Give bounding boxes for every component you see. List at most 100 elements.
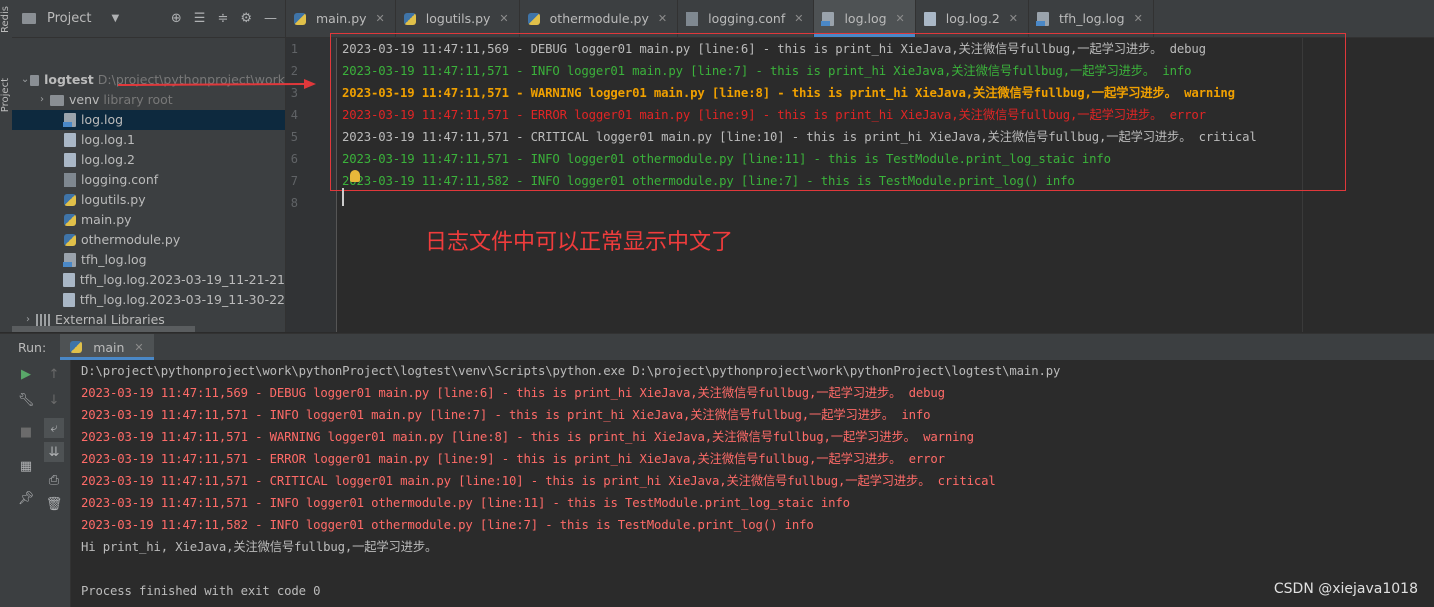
log-file-icon xyxy=(1036,11,1049,26)
close-icon[interactable]: ✕ xyxy=(658,12,667,25)
tree-item-label: log.log xyxy=(81,112,124,127)
python-file-icon xyxy=(294,12,306,25)
tree-item-label: othermodule.py xyxy=(81,232,181,247)
config-file-icon xyxy=(64,173,76,187)
project-panel-title[interactable]: Project xyxy=(47,11,91,26)
stop-icon[interactable]: ■ xyxy=(16,422,36,442)
tree-item-label: venv xyxy=(69,92,100,107)
run-tool-header: Run: main ✕ xyxy=(0,333,1434,361)
log-file-icon xyxy=(821,11,835,26)
editor-tab-label: logging.conf xyxy=(708,11,786,26)
soft-wrap-icon[interactable]: ⤶ xyxy=(44,418,64,438)
close-icon[interactable]: ✕ xyxy=(1134,12,1143,25)
console-line: 2023-03-19 11:47:11,571 - INFO logger01 … xyxy=(81,408,931,422)
file-icon xyxy=(63,293,75,307)
chevron-down-icon[interactable]: ▼ xyxy=(111,13,119,24)
tree-item[interactable]: main.py xyxy=(12,210,285,230)
editor-tab[interactable]: log.log.2 ✕ xyxy=(916,0,1029,37)
tree-item[interactable]: othermodule.py xyxy=(12,230,285,250)
editor-tab-label: main.py xyxy=(316,11,367,26)
annotation-text: 日志文件中可以正常显示中文了 xyxy=(425,230,734,255)
expand-all-icon[interactable]: ☰ xyxy=(194,11,206,26)
watermark: CSDN @xiejava1018 xyxy=(1273,581,1418,597)
tree-item[interactable]: log.log xyxy=(12,110,285,130)
file-icon xyxy=(64,133,76,147)
editor-tab-label: log.log.2 xyxy=(945,11,1000,26)
console-line: Process finished with exit code 0 xyxy=(81,584,321,598)
pin-icon[interactable]: 📌︎ xyxy=(16,488,36,508)
tree-item-label: tfh_log.log.2023-03-19_11-30-22 xyxy=(79,292,285,307)
console-line: 2023-03-19 11:47:11,571 - WARNING logger… xyxy=(81,430,974,444)
editor-tab-label: tfh_log.log xyxy=(1059,11,1125,26)
close-icon[interactable]: ✕ xyxy=(896,12,905,25)
chevron-down-icon[interactable]: ⌄ xyxy=(20,70,30,90)
project-panel: Project ▼ ⊕ ☰ ≑ ⚙ — ⌄ logtest D:\project\p… xyxy=(12,0,286,347)
tree-item-label: main.py xyxy=(81,212,132,227)
run-console[interactable]: D:\project\pythonproject\work\pythonProj… xyxy=(71,360,1434,607)
tree-item-label: log.log.1 xyxy=(81,132,136,147)
editor-tab[interactable]: othermodule.py ✕ xyxy=(520,0,679,37)
line-number: 4 xyxy=(290,108,298,122)
collapse-all-icon[interactable]: ≑ xyxy=(217,11,228,26)
layout-icon[interactable]: ▦ xyxy=(16,456,36,476)
down-arrow-icon[interactable]: ↓ xyxy=(44,390,64,410)
rerun-icon[interactable]: ▶ xyxy=(16,364,36,384)
tree-item-label: logutils.py xyxy=(81,192,146,207)
editor-tab[interactable]: tfh_log.log ✕ xyxy=(1029,0,1154,37)
tree-item[interactable]: logging.conf xyxy=(12,170,285,190)
console-line: 2023-03-19 11:47:11,571 - INFO logger01 … xyxy=(81,496,850,510)
tree-item-label: tfh_log.log.2023-03-19_11-21-21 xyxy=(79,272,285,287)
folder-icon xyxy=(30,74,40,86)
run-tab-main[interactable]: main ✕ xyxy=(60,334,155,360)
project-tree-scrollbar[interactable] xyxy=(12,326,195,332)
config-file-icon xyxy=(686,11,699,26)
tree-item[interactable]: log.log.1 xyxy=(12,130,285,150)
tree-item[interactable]: › venv library root xyxy=(12,90,285,110)
log-file-icon xyxy=(63,113,76,127)
tree-item-hint: library root xyxy=(103,92,173,107)
tree-item[interactable]: tfh_log.log xyxy=(12,250,285,270)
project-panel-header: Project ▼ ⊕ ☰ ≑ ⚙ — xyxy=(12,0,285,38)
line-number: 5 xyxy=(290,130,298,144)
run-toolbar: ▶ ↑ 🔧︎ ↓ ■ ⤶ ▦ ⇊ 📌︎ ⎙ 🗑︎ xyxy=(0,360,71,607)
python-file-icon xyxy=(64,234,76,246)
console-line: 2023-03-19 11:47:11,582 - INFO logger01 … xyxy=(81,518,814,532)
run-tab-label: main xyxy=(93,339,125,355)
python-file-icon xyxy=(64,194,76,206)
tree-item[interactable]: log.log.2 xyxy=(12,150,285,170)
close-icon[interactable]: ✕ xyxy=(134,341,143,354)
scroll-to-end-icon[interactable]: ⇊ xyxy=(44,442,64,462)
tree-item[interactable]: tfh_log.log.2023-03-19_11-21-21 xyxy=(12,270,285,290)
close-icon[interactable]: ✕ xyxy=(376,12,385,25)
python-file-icon xyxy=(403,12,416,25)
console-line: 2023-03-19 11:47:11,571 - ERROR logger01… xyxy=(81,452,945,466)
project-tool-tab[interactable]: Project xyxy=(0,78,12,112)
python-file-icon xyxy=(64,214,76,226)
locate-icon[interactable]: ⊕ xyxy=(171,11,182,26)
close-icon[interactable]: ✕ xyxy=(499,12,508,25)
gear-icon[interactable]: ⚙ xyxy=(240,11,252,26)
hide-icon[interactable]: — xyxy=(264,11,277,26)
tree-item[interactable]: tfh_log.log.2023-03-19_11-30-22 xyxy=(12,290,285,310)
print-icon[interactable]: ⎙ xyxy=(44,470,64,490)
close-icon[interactable]: ✕ xyxy=(794,12,803,25)
editor-tab[interactable]: main.py ✕ xyxy=(286,0,396,37)
up-arrow-icon[interactable]: ↑ xyxy=(44,364,64,384)
lightbulb-icon[interactable] xyxy=(350,170,360,182)
console-line: 2023-03-19 11:47:11,571 - CRITICAL logge… xyxy=(81,474,996,488)
python-icon xyxy=(70,341,83,353)
editor-tab[interactable]: logutils.py ✕ xyxy=(396,0,520,37)
chevron-right-icon[interactable]: › xyxy=(34,90,50,110)
run-label: Run: xyxy=(18,339,47,355)
editor-tab-label: othermodule.py xyxy=(549,11,649,26)
tree-item[interactable]: logutils.py xyxy=(12,190,285,210)
editor-tab[interactable]: logging.conf ✕ xyxy=(678,0,815,37)
editor-tab[interactable]: log.log ✕ xyxy=(814,0,916,37)
redis-tool-tab[interactable]: Redis xyxy=(0,6,12,33)
trash-icon[interactable]: 🗑︎ xyxy=(44,494,64,514)
line-number: 1 xyxy=(290,42,298,56)
close-icon[interactable]: ✕ xyxy=(1009,12,1018,25)
python-file-icon xyxy=(527,12,540,25)
wrench-icon[interactable]: 🔧︎ xyxy=(16,390,36,410)
tree-item-label: logging.conf xyxy=(81,172,159,187)
